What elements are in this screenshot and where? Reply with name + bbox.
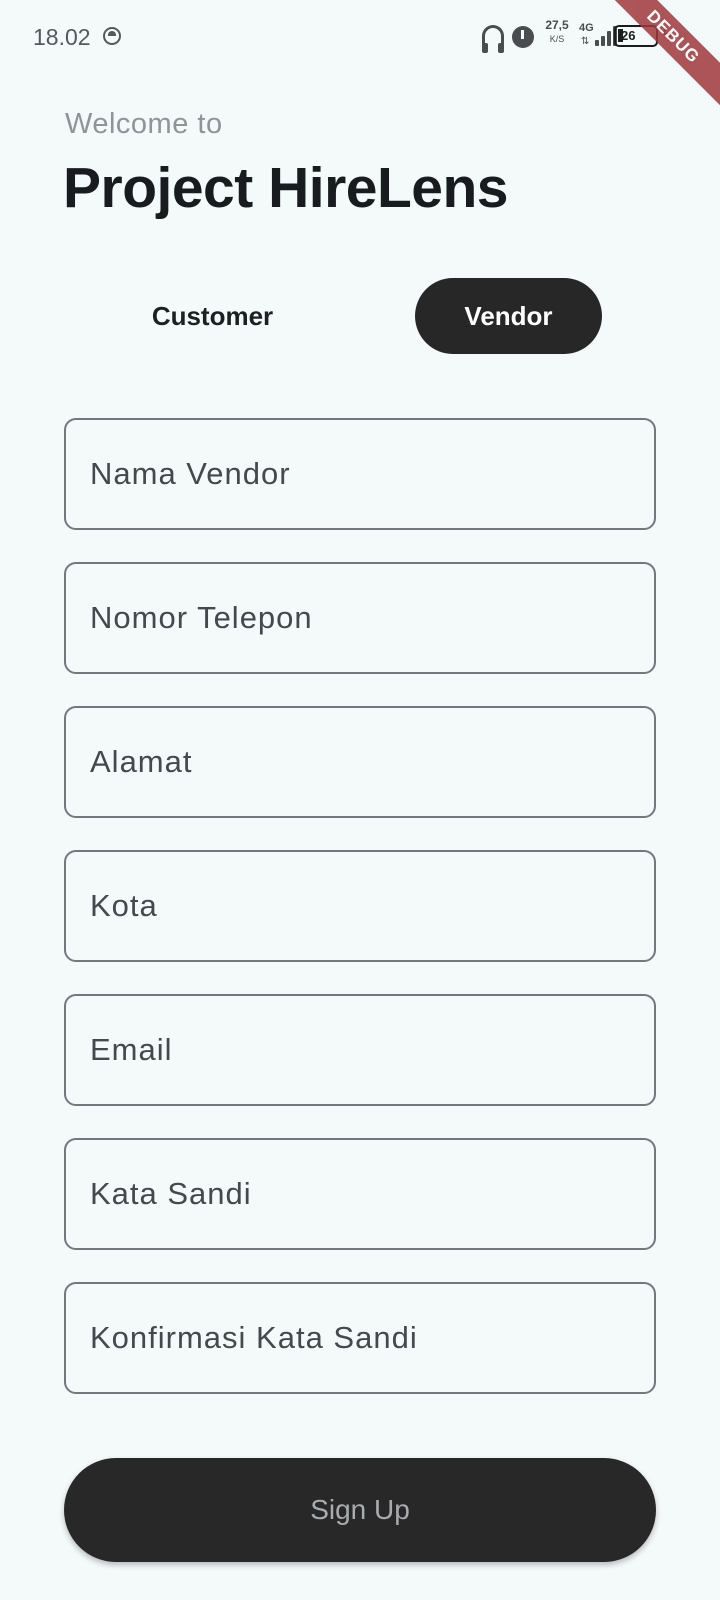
status-time: 18.02 [33,24,91,50]
page-title: Project HireLens [63,156,509,220]
network-speed: 27,5 K/S [542,19,572,46]
alarm-icon [512,26,534,48]
phone-number-field[interactable] [64,562,656,674]
city-field[interactable] [64,850,656,962]
network-type-label: 4G [579,22,594,34]
notification-app-icon [103,27,121,45]
vendor-name-field[interactable] [64,418,656,530]
network-speed-unit: K/S [549,34,565,44]
status-bar: 18.02 27,5 K/S 4G ⇅ 26 ϟ [0,0,720,72]
headset-icon [482,25,504,53]
tab-vendor[interactable]: Vendor [415,278,602,354]
address-field[interactable] [64,706,656,818]
email-field[interactable] [64,994,656,1106]
network-speed-value: 27,5 [545,18,569,32]
signal-icon [593,26,617,46]
confirm-password-field[interactable] [64,1282,656,1394]
welcome-text: Welcome to [65,108,223,140]
tab-customer[interactable]: Customer [119,278,306,354]
data-arrows-icon: ⇅ [581,36,590,47]
battery-level: 26 [621,28,636,43]
sign-up-button[interactable]: Sign Up [64,1458,656,1562]
password-field[interactable] [64,1138,656,1250]
